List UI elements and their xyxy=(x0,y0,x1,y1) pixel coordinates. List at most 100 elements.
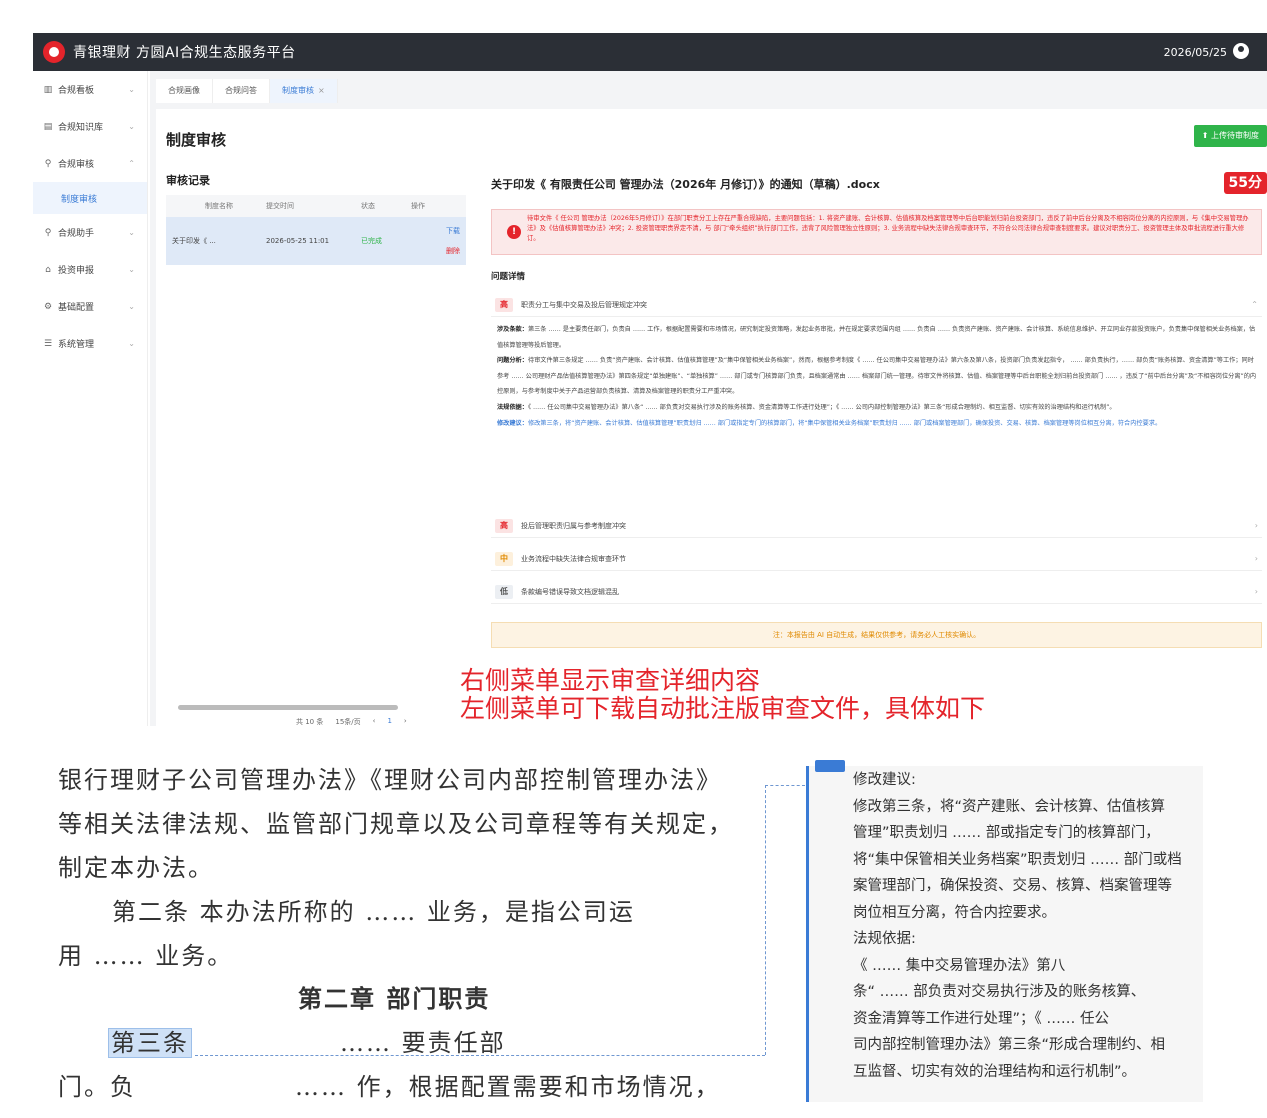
prev-page-button[interactable]: ‹ xyxy=(373,717,376,727)
chevron-down-icon: ⌄ xyxy=(128,122,135,131)
location-pin-icon: ⚲ xyxy=(44,158,52,169)
row-name: 关于印发《 ... xyxy=(172,237,216,245)
severity-badge: 高 xyxy=(495,297,513,312)
summary-alert: ! 待审文件《 任公司 管理办法（2026年5月修订）》在部门职责分工上存在严重… xyxy=(491,209,1262,255)
comment-line: 岗位相互分离，符合内控要求。 xyxy=(853,904,1056,921)
gear-icon: ⚙ xyxy=(43,301,53,312)
close-icon[interactable]: × xyxy=(318,86,325,95)
chevron-right-icon: › xyxy=(1254,587,1258,596)
sidebar-item-knowledge[interactable]: ▤ 合规知识库 ⌄ xyxy=(33,108,147,145)
page-title: 制度审核 xyxy=(166,131,227,149)
comment-connector xyxy=(195,1055,765,1056)
app-header: 青银理财 方圆AI合规生态服务平台 2026/05/25 xyxy=(33,33,1267,71)
comment-line: 资金清算等工作进行处理”；《 …… 任公 xyxy=(853,1010,1109,1027)
chevron-down-icon: ⌄ xyxy=(128,302,135,311)
annotation-caption: 右侧菜单显示审查详细内容 左侧菜单可下载自动批注版审查文件，具体如下 xyxy=(460,667,985,723)
document-title: 关于印发《 有限责任公司 管理办法（2026年 月修订）》的通知（草稿）.doc… xyxy=(491,178,880,191)
comment-author-tag xyxy=(815,760,845,772)
ai-disclaimer: 注：本报告由 AI 自动生成，结果仅供参考，请务必人工核实确认。 xyxy=(491,622,1262,648)
caption-line: 右侧菜单显示审查详细内容 xyxy=(460,666,761,695)
issue-item[interactable]: 高 投后管理职责归属与参考制度冲突 › xyxy=(491,514,1262,538)
sidebar-item-assistant[interactable]: ⚲ 合规助手 ⌄ xyxy=(33,214,147,251)
download-link[interactable]: 下载 xyxy=(446,226,460,236)
chevron-down-icon: ⌄ xyxy=(128,265,135,274)
delete-link[interactable]: 删除 xyxy=(446,246,460,256)
tab-label: 制度审核 xyxy=(282,86,314,95)
issue-item[interactable]: 中 业务流程中缺失法律合规审查环节 › xyxy=(491,547,1262,571)
severity-badge: 低 xyxy=(495,584,513,599)
horizontal-scrollbar[interactable] xyxy=(178,705,398,710)
comment-line: 司内部控制管理办法》第三条“形成合理制约、相 xyxy=(853,1037,1166,1053)
page-size-select[interactable]: 15条/页 xyxy=(335,717,360,727)
bar-chart-icon: ▥ xyxy=(43,84,53,95)
chevron-down-icon: ⌄ xyxy=(128,228,135,237)
chevron-up-icon: ⌃ xyxy=(128,159,135,168)
severity-badge: 高 xyxy=(495,518,513,533)
comment-line: 《 …… 集中交易管理办法》第八 xyxy=(853,957,1066,974)
sidebar-item-label: 合规知识库 xyxy=(58,123,104,133)
doc-line: 用 …… 业务。 xyxy=(58,942,234,970)
comment-connector xyxy=(765,785,805,786)
tab-policy-review[interactable]: 制度审核 × xyxy=(270,79,338,103)
doc-line: 门。负 xyxy=(58,1073,136,1101)
sidebar-item-dashboard[interactable]: ▥ 合规看板 ⌄ xyxy=(33,71,147,108)
location-pin-icon: ⚲ xyxy=(44,227,52,238)
page-number[interactable]: 1 xyxy=(387,717,391,727)
issue-title: 投后管理职责归属与参考制度冲突 xyxy=(521,521,626,530)
column-header: 操作 xyxy=(411,202,425,210)
tab-compliance-profile[interactable]: 合规画像 xyxy=(156,79,213,103)
table-row[interactable]: 关于印发《 ... 2026-05-25 11:01 已完成 下载 删除 xyxy=(166,217,466,265)
chevron-down-icon: ⌄ xyxy=(128,339,135,348)
sidebar-item-system[interactable]: ☰ 系统管理 ⌄ xyxy=(33,325,147,362)
header-date: 2026/05/25 xyxy=(1163,45,1227,59)
issue-item[interactable]: 高 职责分工与集中交易及投后管理规定冲突 ⌃ xyxy=(491,293,1262,317)
comment-line: 修改第三条，将“资产建账、会计核算、估值核算 xyxy=(853,798,1166,815)
sidebar-item-compliance-review[interactable]: ⚲ 合规审核 ⌃ xyxy=(33,145,147,182)
issue-detail: 涉及条款：第三条 …… 是主要责任部门，负责自 …… 工作，根据配置需要和市场情… xyxy=(497,322,1260,431)
sidebar-item-label: 合规助手 xyxy=(58,229,95,239)
review-records-title: 审核记录 xyxy=(166,174,210,187)
score-badge: 55分 xyxy=(1223,172,1267,194)
chevron-right-icon: › xyxy=(1254,521,1258,530)
review-table: 制度名称 提交时间 状态 操作 关于印发《 ... 2026-05-25 11:… xyxy=(166,195,466,265)
app-title: 青银理财 方圆AI合规生态服务平台 xyxy=(73,45,296,61)
issue-suggestion: 修改建议：修改第三条，将“资产建账、会计核算、估值核算管理”职责划归 …… 部门… xyxy=(497,419,1162,427)
issue-item[interactable]: 低 条款编号错误导致文档逻辑混乱 › xyxy=(491,580,1262,604)
comment-line: 管理”职责划归 …… 部或指定专门的核算部门， xyxy=(853,825,1160,841)
user-avatar-icon[interactable] xyxy=(1233,43,1249,59)
issues-heading: 问题详情 xyxy=(491,272,526,282)
sidebar-item-label: 投资申报 xyxy=(58,266,95,276)
chapter-heading: 第二章 部门职责 xyxy=(298,984,491,1013)
sidebar: ▥ 合规看板 ⌄ ▤ 合规知识库 ⌄ ⚲ 合规审核 ⌃ 制度审核 ⚲ 合规助手 … xyxy=(33,71,148,726)
sidebar-item-label: 合规看板 xyxy=(58,86,95,96)
sidebar-item-label: 基础配置 xyxy=(58,303,95,313)
sidebar-subitem-policy-review[interactable]: 制度审核 xyxy=(33,182,147,214)
doc-line: …… 要责任部 xyxy=(340,1029,506,1057)
comment-body: 修改建议: 修改第三条，将“资产建账、会计核算、估值核算 管理”职责划归 …… … xyxy=(853,767,1193,1085)
sidebar-item-label: 系统管理 xyxy=(58,340,95,350)
doc-line: …… 作，根据配置需要和市场情况， xyxy=(295,1073,721,1101)
issue-clause: 涉及条款：第三条 …… 是主要责任部门，负责自 …… 工作，根据配置需要和市场情… xyxy=(497,326,1256,349)
comment-line: 互监督、切实有效的治理结构和运行机制”。 xyxy=(853,1063,1137,1080)
sidebar-item-investment[interactable]: ⌂ 投资申报 ⌄ xyxy=(33,251,147,288)
comment-line: 修改建议: xyxy=(853,772,916,788)
comment-line: 案管理部门，确保投资、交易、核算、档案管理等 xyxy=(853,878,1172,894)
status-badge: 已完成 xyxy=(361,237,382,245)
tab-compliance-qa[interactable]: 合规问答 xyxy=(213,79,270,103)
alert-text: 待审文件《 任公司 管理办法（2026年5月修订）》在部门职责分工上存在严重合规… xyxy=(527,215,1249,242)
page-card: 制度审核 ⬆ 上传待审制度 审核记录 制度名称 提交时间 状态 操作 关于印发《… xyxy=(156,109,1267,726)
main-panel: 合规画像 合规问答 制度审核 × 制度审核 ⬆ 上传待审制度 审核记录 制度名称 … xyxy=(150,71,1267,726)
doc-line: 制定本办法。 xyxy=(58,854,214,882)
next-page-button[interactable]: › xyxy=(404,717,407,727)
doc-line: 第二条 本办法所称的 …… 业务，是指公司运 xyxy=(112,898,635,926)
list-icon: ☰ xyxy=(43,338,53,349)
sidebar-item-config[interactable]: ⚙ 基础配置 ⌄ xyxy=(33,288,147,325)
issue-title: 条款编号错误导致文档逻辑混乱 xyxy=(521,587,619,596)
highlighted-clause[interactable]: 第三条 xyxy=(108,1028,192,1058)
doc-line: 第三条 xyxy=(108,1023,192,1058)
row-actions: 下载 删除 xyxy=(411,226,466,256)
upload-button[interactable]: ⬆ 上传待审制度 xyxy=(1193,125,1267,147)
upload-label: 上传待审制度 xyxy=(1211,131,1259,140)
doc-line: 银行理财子公司管理办法》《理财公司内部控制管理办法》 xyxy=(58,766,722,794)
pagination: 共 10 条 15条/页 ‹ 1 › xyxy=(296,717,407,727)
